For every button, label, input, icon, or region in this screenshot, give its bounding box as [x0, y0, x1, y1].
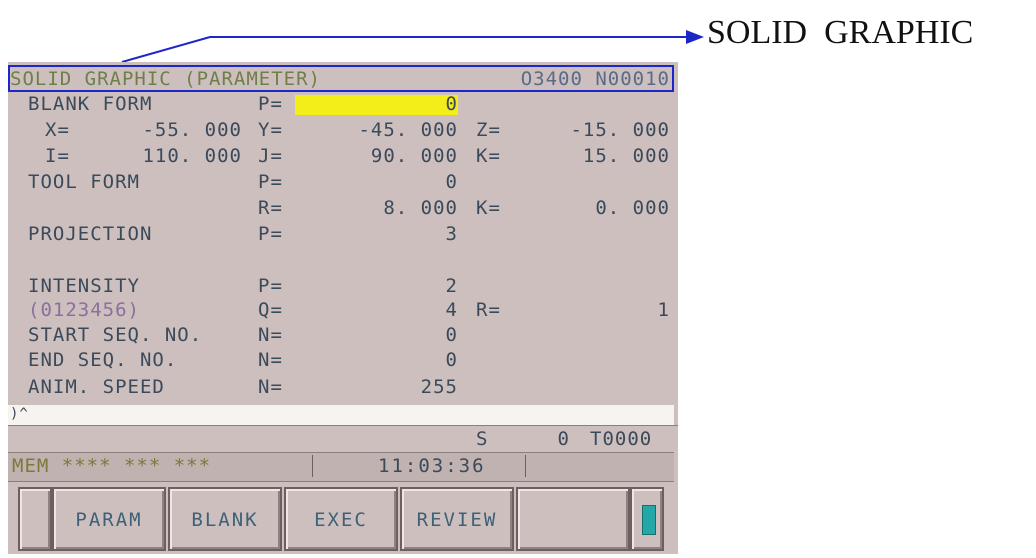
projection-p-value[interactable]: 3 [300, 223, 458, 245]
softkey-label: PARAM [75, 509, 143, 531]
z-label: Z= [476, 119, 501, 141]
intensity-q-label: Q= [258, 299, 283, 321]
intensity-p-value[interactable]: 2 [300, 275, 458, 297]
status-mode: MEM **** *** *** [12, 455, 212, 477]
tool-form-p-value[interactable]: 0 [300, 171, 458, 193]
end-seq-n-label: N= [258, 349, 283, 371]
spindle-value: 0 [557, 428, 570, 450]
anim-speed-value[interactable]: 255 [300, 376, 458, 398]
softkey-next-arrow[interactable] [630, 487, 664, 551]
j-value[interactable]: 90. 000 [300, 145, 458, 167]
intensity-p-label: P= [258, 275, 283, 297]
tool-form-k-value[interactable]: 0. 000 [510, 197, 670, 219]
blank-form-p-label: P= [258, 93, 283, 115]
start-seq-n-label: N= [258, 324, 283, 346]
key-input-line[interactable]: )^ [8, 405, 674, 426]
blank-form-label: BLANK FORM [28, 93, 153, 115]
tool-number: T0000 [590, 428, 653, 450]
softkey-empty[interactable] [516, 487, 630, 551]
tool-form-k-label: K= [476, 197, 501, 219]
tool-form-r-value[interactable]: 8. 000 [300, 197, 458, 219]
intensity-scale: (0123456) [28, 299, 140, 321]
softkey-left-arrow[interactable] [18, 487, 52, 551]
intensity-r-value[interactable]: 1 [510, 299, 670, 321]
projection-p-label: P= [258, 223, 283, 245]
x-label: X= [45, 119, 70, 141]
divider [8, 425, 678, 426]
blank-form-p-value[interactable]: 0 [300, 93, 458, 115]
status-divider [525, 455, 526, 477]
tool-form-label: TOOL FORM [28, 171, 140, 193]
i-label: I= [45, 145, 70, 167]
screen-title: SOLID GRAPHIC (PARAMETER) [10, 68, 321, 90]
input-prompt: )^ [10, 406, 29, 422]
anim-speed-label: ANIM. SPEED [28, 376, 165, 398]
program-number: O3400 N00010 [520, 68, 670, 90]
y-value[interactable]: -45. 000 [300, 119, 458, 141]
softkey-param[interactable]: PARAM [52, 487, 166, 551]
j-label: J= [258, 145, 283, 167]
softkey-label: REVIEW [416, 509, 498, 531]
softkey-label: BLANK [191, 509, 259, 531]
i-value[interactable]: 110. 000 [100, 145, 242, 167]
start-seq-value[interactable]: 0 [300, 324, 458, 346]
k-label: K= [476, 145, 501, 167]
softkey-label: EXEC [314, 509, 368, 531]
x-value[interactable]: -55. 000 [100, 119, 242, 141]
anim-speed-n-label: N= [258, 376, 283, 398]
y-label: Y= [258, 119, 283, 141]
start-seq-label: START SEQ. NO. [28, 324, 203, 346]
end-seq-value[interactable]: 0 [300, 349, 458, 371]
status-divider [312, 455, 313, 477]
softkey-exec[interactable]: EXEC [284, 487, 398, 551]
spindle-label: S [476, 428, 489, 450]
softkey-blank[interactable]: BLANK [168, 487, 282, 551]
tool-form-r-label: R= [258, 197, 283, 219]
k-value[interactable]: 15. 000 [510, 145, 670, 167]
next-page-icon [642, 505, 656, 535]
softkey-review[interactable]: REVIEW [400, 487, 514, 551]
z-value[interactable]: -15. 000 [510, 119, 670, 141]
end-seq-label: END SEQ. NO. [28, 349, 178, 371]
status-clock: 11:03:36 [378, 455, 486, 477]
projection-label: PROJECTION [28, 223, 153, 245]
tool-form-p-label: P= [258, 171, 283, 193]
intensity-r-label: R= [476, 299, 501, 321]
intensity-label: INTENSITY [28, 275, 140, 297]
intensity-q-value[interactable]: 4 [300, 299, 458, 321]
